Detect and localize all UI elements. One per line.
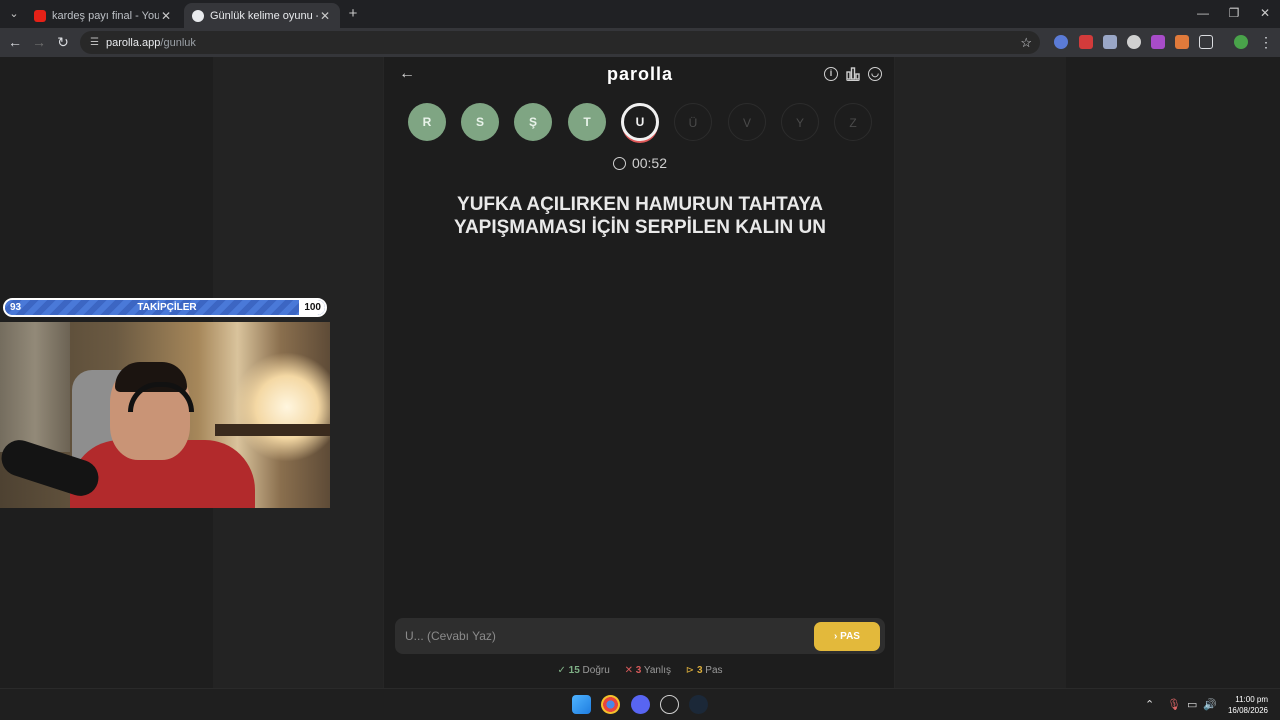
letter-v: V — [728, 103, 766, 141]
webcam-curtain — [0, 322, 70, 452]
site-info-icon[interactable]: ☰ — [90, 37, 99, 48]
pass-stat: ⊳ 3 Pas — [685, 665, 723, 676]
answer-input[interactable] — [405, 626, 805, 646]
user-profile-icon[interactable]: ◡ — [868, 67, 882, 81]
discord-icon[interactable] — [631, 695, 650, 714]
close-window-icon[interactable]: ✕ — [1250, 6, 1280, 20]
letter-u-umlaut: Ü — [674, 103, 712, 141]
letter-t: T — [568, 103, 606, 141]
tab-search-icon[interactable]: ⌄ — [6, 6, 22, 22]
stats-chart-icon[interactable] — [846, 67, 860, 81]
webcam-feed — [0, 322, 330, 508]
clock[interactable]: 11:00 pm 16/08/2026 — [1228, 694, 1268, 716]
url-path: /gunluk — [160, 36, 196, 49]
volume-icon[interactable]: 🔊 — [1203, 698, 1217, 711]
score-stats: ✓ 15 Doğru ✕ 3 Yanlış ⊳ 3 Pas — [384, 665, 896, 676]
timer: 00:52 — [384, 155, 896, 171]
follower-goal: 100 — [304, 302, 321, 313]
extension-icon[interactable] — [1127, 35, 1141, 49]
restore-icon[interactable]: ❐ — [1219, 6, 1249, 20]
bookmark-star-icon[interactable]: ☆ — [1020, 35, 1032, 51]
follower-goal-bar: 93 TAKİPÇİLER 100 — [3, 298, 327, 317]
game-header: ← parolla i ◡ — [384, 57, 896, 93]
follower-label: TAKİPÇİLER — [137, 302, 197, 313]
pas-label: PAS — [840, 631, 860, 642]
info-icon[interactable]: i — [824, 67, 838, 81]
menu-dots-icon[interactable]: ⋮ — [1257, 34, 1275, 52]
game-container: ← parolla i ◡ R S Ş T U Ü V Y Z 00:52 YU… — [383, 57, 895, 688]
timer-value: 00:52 — [631, 155, 668, 171]
tab-title: Günlük kelime oyunu - parolla — [210, 9, 318, 22]
parolla-favicon-icon — [192, 9, 204, 22]
answer-box: › PAS — [395, 618, 885, 654]
extension-icon[interactable] — [1151, 35, 1165, 49]
microphone-icon[interactable]: 🎙 — [1167, 698, 1181, 711]
steam-icon[interactable] — [689, 695, 708, 714]
reload-icon[interactable]: ↻ — [54, 34, 72, 52]
tray-chevron-icon[interactable]: ⌃ — [1145, 698, 1154, 711]
url-host: parolla.app — [105, 36, 161, 49]
youtube-favicon-icon — [34, 9, 46, 22]
address-bar[interactable]: ☰ parolla.app/gunluk ☆ — [80, 31, 1040, 54]
windows-taskbar: ⌃ 🎙 ▭ 🔊 11:00 pm 16/08/2026 — [0, 688, 1280, 720]
right-margin — [1066, 57, 1280, 688]
letter-y: Y — [781, 103, 819, 141]
clock-time: 11:00 pm — [1235, 695, 1268, 704]
webcam-desk — [215, 424, 330, 436]
forward-icon[interactable]: → — [30, 34, 48, 52]
extensions-puzzle-icon[interactable] — [1199, 35, 1213, 49]
logo: parolla — [606, 64, 674, 84]
clue-text: YUFKA AÇILIRKEN HAMURUN TAHTAYA YAPIŞMAM… — [414, 193, 866, 239]
extension-icon[interactable] — [1079, 35, 1093, 49]
tab-parolla[interactable]: Günlük kelime oyunu - parolla ✕ — [184, 3, 340, 28]
letter-z: Z — [834, 103, 872, 141]
extension-icon[interactable] — [1103, 35, 1117, 49]
clock-date: 16/08/2026 — [1227, 706, 1268, 715]
browser-toolbar: ← → ↻ ☰ parolla.app/gunluk ☆ ⋮ — [0, 28, 1280, 57]
new-tab-button[interactable]: + — [344, 5, 362, 23]
letter-u-current: U — [621, 103, 659, 141]
tab-title: kardeş payı final - YouTube — [52, 9, 159, 22]
letter-progress: R S Ş T U Ü V Y Z — [408, 103, 878, 143]
windows-start-icon[interactable] — [572, 695, 591, 714]
minimize-icon[interactable]: — — [1188, 6, 1218, 20]
clue-line: YAPIŞMAMASI İÇİN SERPİLEN KALIN UN — [454, 217, 826, 238]
close-tab-icon[interactable]: ✕ — [159, 9, 173, 23]
tab-youtube[interactable]: kardeş payı final - YouTube ✕ — [26, 3, 181, 28]
network-icon[interactable]: ▭ — [1187, 698, 1197, 711]
profile-avatar[interactable] — [1234, 35, 1248, 49]
letter-s: S — [461, 103, 499, 141]
clue-line: YUFKA AÇILIRKEN HAMURUN TAHTAYA — [457, 194, 823, 215]
back-icon[interactable]: ← — [6, 34, 24, 52]
correct-stat: ✓ 15 Doğru — [557, 665, 610, 676]
extension-icon[interactable] — [1175, 35, 1189, 49]
extension-icon[interactable] — [1054, 35, 1068, 49]
chrome-icon[interactable] — [601, 695, 620, 714]
wrong-stat: ✕ 3 Yanlış — [624, 665, 671, 676]
browser-tab-strip: ⌄ kardeş payı final - YouTube ✕ Günlük k… — [0, 0, 1280, 28]
app-icon[interactable] — [660, 695, 679, 714]
clock-icon — [612, 157, 626, 170]
close-tab-icon[interactable]: ✕ — [318, 9, 332, 23]
chevron-right-icon: › — [834, 631, 838, 642]
pas-button[interactable]: › PAS — [814, 622, 880, 651]
letter-r: R — [408, 103, 446, 141]
letter-sh: Ş — [514, 103, 552, 141]
